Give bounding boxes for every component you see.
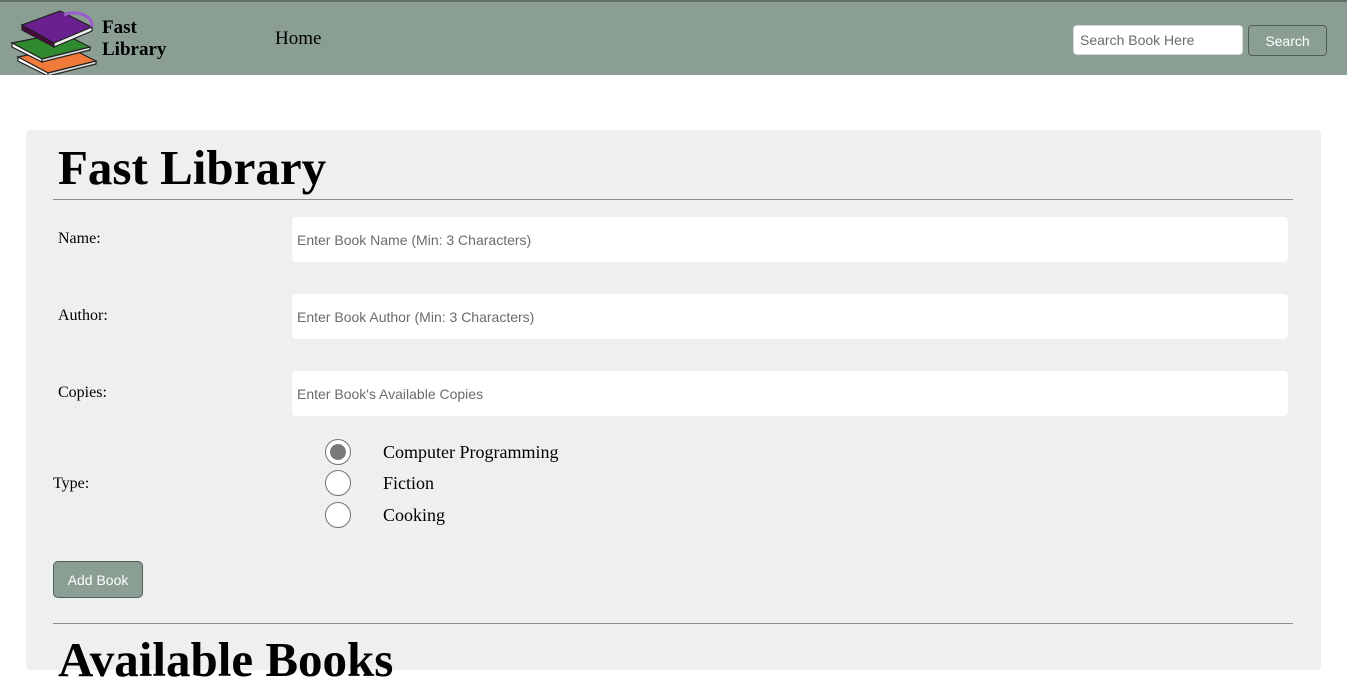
type-option-label[interactable]: Computer Programming [383, 442, 558, 463]
book-author-input[interactable] [292, 294, 1288, 339]
brand-line-1: Fast [102, 17, 137, 38]
add-book-button[interactable]: Add Book [53, 561, 143, 598]
book-name-input[interactable] [292, 217, 1288, 262]
search-input[interactable] [1073, 25, 1243, 55]
name-label: Name: [58, 230, 101, 247]
available-books-title: Available Books [58, 632, 394, 687]
type-option-label[interactable]: Cooking [383, 505, 445, 526]
search-button[interactable]: Search [1248, 25, 1327, 56]
copies-label: Copies: [58, 384, 107, 401]
type-option-label[interactable]: Fiction [383, 473, 434, 494]
brand-line-2: Library [102, 39, 167, 60]
books-stack-icon [10, 10, 98, 75]
book-copies-input[interactable] [292, 371, 1288, 416]
brand-name[interactable]: Fast Library [102, 17, 166, 61]
type-radio-fiction[interactable] [325, 470, 351, 496]
page-title: Fast Library [58, 140, 327, 195]
author-label: Author: [58, 307, 108, 324]
title-divider [53, 199, 1293, 200]
type-radio-cooking[interactable] [325, 502, 351, 528]
add-book-panel: Fast Library Name: Author: Copies: Type:… [26, 130, 1321, 687]
type-radio-computer-programming[interactable] [325, 439, 351, 465]
type-label: Type: [53, 475, 90, 492]
navbar: Fast Library Home Search [0, 0, 1347, 75]
nav-home-link[interactable]: Home [275, 28, 321, 50]
section-divider [53, 623, 1293, 624]
